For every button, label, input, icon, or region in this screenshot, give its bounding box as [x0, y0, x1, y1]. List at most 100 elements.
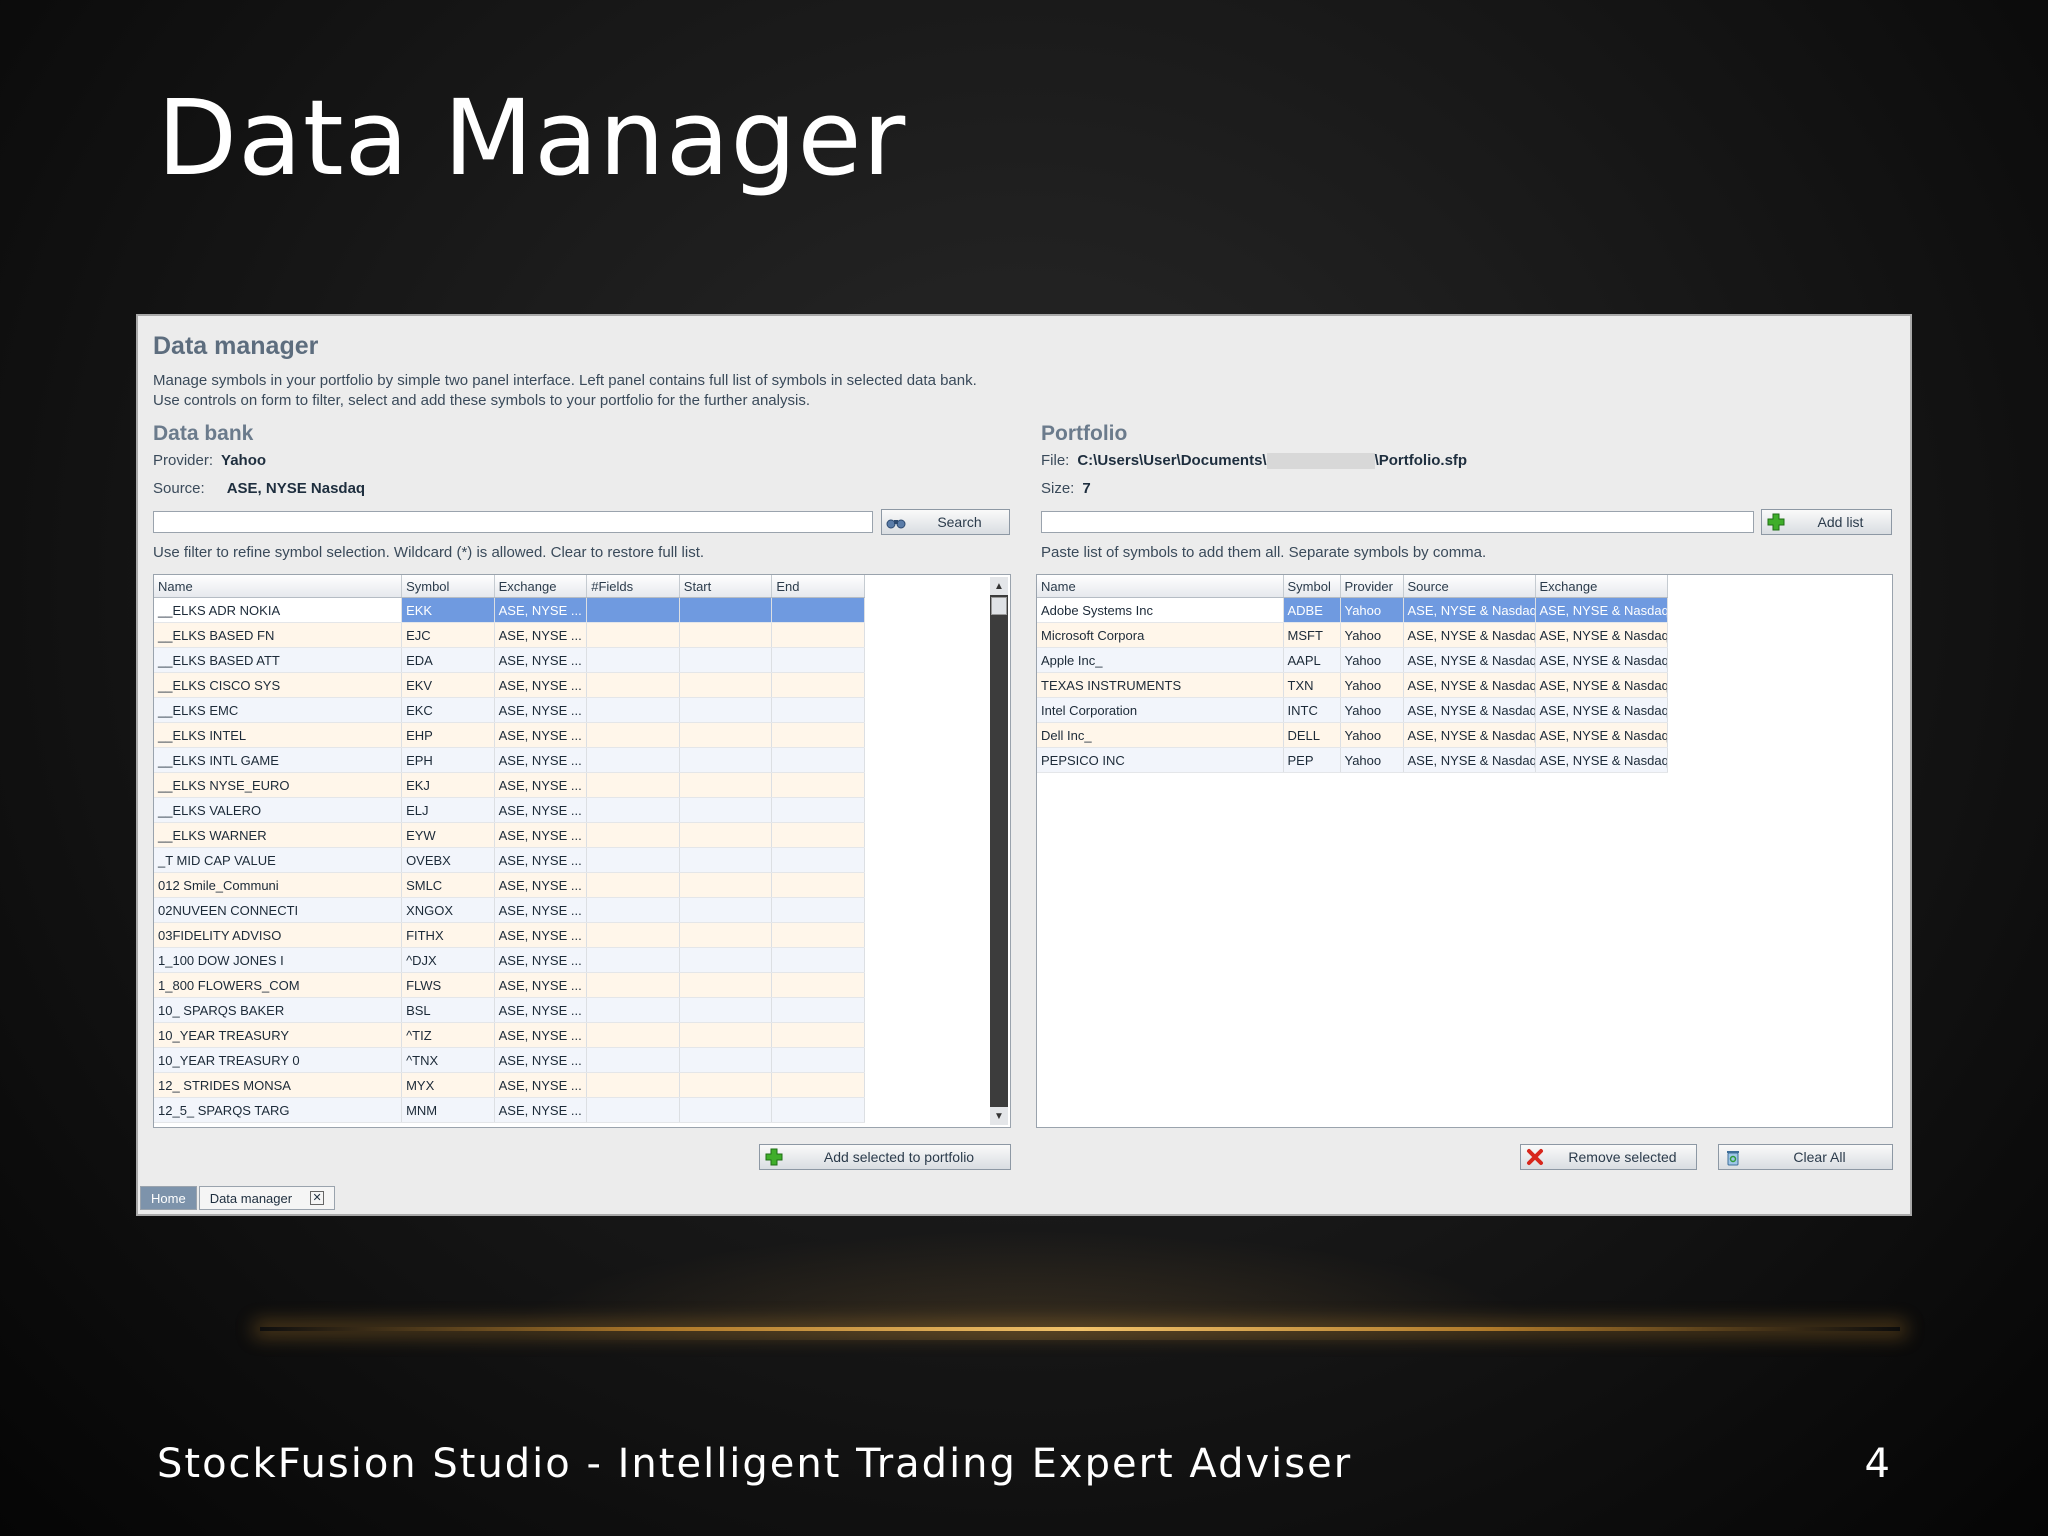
- symbol-list-input[interactable]: [1041, 511, 1754, 533]
- databank-table-row[interactable]: 10_ SPARQS BAKER BSL ASE, NYSE ...: [154, 997, 865, 1023]
- databank-scrollbar[interactable]: ▲ ▼: [990, 577, 1008, 1125]
- databank-table-cell: __ELKS INTEL: [154, 722, 403, 748]
- databank-table-row[interactable]: 02NUVEEN CONNECTI XNGOX ASE, NYSE ...: [154, 897, 865, 923]
- portfolio-table-row[interactable]: Microsoft Corpora MSFT Yahoo ASE, NYSE & Na…: [1037, 622, 1668, 648]
- size-label: Size:: [1041, 480, 1075, 497]
- portfolio-header-row: Name Symbol Provider Source Exchange: [1037, 575, 1668, 598]
- databank-column-header[interactable]: #Fields: [586, 575, 680, 598]
- filter-input[interactable]: [153, 511, 873, 533]
- databank-table-row[interactable]: __ELKS WARNER EYW ASE, NYSE ...: [154, 822, 865, 848]
- portfolio-column-header[interactable]: Name: [1037, 575, 1284, 598]
- databank-table-row[interactable]: _T MID CAP VALUE OVEBX ASE, NYSE ...: [154, 847, 865, 873]
- portfolio-table-cell: Adobe Systems Inc: [1037, 597, 1284, 623]
- databank-table-cell: 02NUVEEN CONNECTI: [154, 897, 403, 923]
- databank-table-cell: [586, 1047, 680, 1073]
- databank-table-cell: __ELKS NYSE_EURO: [154, 772, 403, 798]
- clear-all-button[interactable]: Clear All: [1718, 1144, 1893, 1170]
- databank-table-row[interactable]: __ELKS EMC EKC ASE, NYSE ...: [154, 697, 865, 723]
- databank-table-cell: 10_YEAR TREASURY 0: [154, 1047, 403, 1073]
- portfolio-table-cell: ASE, NYSE & Nasdaq: [1535, 747, 1668, 773]
- portfolio-table-row[interactable]: PEPSICO INC PEP Yahoo ASE, NYSE & Nasdaq ASE…: [1037, 747, 1668, 773]
- portfolio-column-header[interactable]: Provider: [1340, 575, 1404, 598]
- databank-table-row[interactable]: __ELKS BASED ATT EDA ASE, NYSE ...: [154, 647, 865, 673]
- portfolio-grid[interactable]: Name Symbol Provider Source Exchange Adobe S…: [1036, 574, 1893, 1128]
- databank-table-cell: [586, 747, 680, 773]
- databank-table-cell: 012 Smile_Communi: [154, 872, 403, 898]
- databank-table-cell: ASE, NYSE ...: [494, 922, 588, 948]
- databank-table-cell: [679, 697, 773, 723]
- databank-table-row[interactable]: 1_800 FLOWERS_COM FLWS ASE, NYSE ...: [154, 972, 865, 998]
- portfolio-column-header[interactable]: Source: [1403, 575, 1536, 598]
- databank-column-header[interactable]: Name: [154, 575, 403, 598]
- page-number: 4: [1864, 1441, 1890, 1487]
- close-icon[interactable]: ✕: [310, 1191, 325, 1205]
- databank-table-cell: ELJ: [401, 797, 495, 823]
- databank-table-row[interactable]: 10_YEAR TREASURY ^TIZ ASE, NYSE ...: [154, 1022, 865, 1048]
- portfolio-table-cell: Yahoo: [1340, 647, 1404, 673]
- databank-grid[interactable]: Name Symbol Exchange #Fields Start End __ELKS…: [153, 574, 1011, 1128]
- tab-home[interactable]: Home: [140, 1186, 197, 1210]
- provider-label: Provider:: [153, 452, 214, 469]
- scroll-thumb[interactable]: [991, 597, 1007, 615]
- databank-table-cell: EYW: [401, 822, 495, 848]
- app-window: Data manager Manage symbols in your port…: [136, 314, 1912, 1216]
- databank-table-cell: [771, 622, 865, 648]
- remove-selected-button[interactable]: Remove selected: [1520, 1144, 1697, 1170]
- databank-table-cell: ASE, NYSE ...: [494, 622, 588, 648]
- databank-column-header[interactable]: Exchange: [494, 575, 588, 598]
- portfolio-table-cell: DELL: [1283, 722, 1341, 748]
- add-list-button[interactable]: Add list: [1761, 509, 1892, 535]
- databank-table-cell: EKK: [401, 597, 495, 623]
- databank-table-row[interactable]: __ELKS CISCO SYS EKV ASE, NYSE ...: [154, 672, 865, 698]
- databank-table-row[interactable]: 1_100 DOW JONES I ^DJX ASE, NYSE ...: [154, 947, 865, 973]
- portfolio-table-cell: TEXAS INSTRUMENTS: [1037, 672, 1284, 698]
- databank-table-row[interactable]: __ELKS INTL GAME EPH ASE, NYSE ...: [154, 747, 865, 773]
- portfolio-column-header[interactable]: Exchange: [1535, 575, 1668, 598]
- databank-table-cell: ASE, NYSE ...: [494, 972, 588, 998]
- tab-data-manager[interactable]: Data manager ✕: [198, 1186, 336, 1210]
- databank-table-cell: EPH: [401, 747, 495, 773]
- databank-table-cell: [679, 972, 773, 998]
- databank-column-header[interactable]: Start: [679, 575, 773, 598]
- databank-table-row[interactable]: 10_YEAR TREASURY 0 ^TNX ASE, NYSE ...: [154, 1047, 865, 1073]
- databank-table-cell: FITHX: [401, 922, 495, 948]
- databank-table-row[interactable]: 012 Smile_Communi SMLC ASE, NYSE ...: [154, 872, 865, 898]
- databank-table-row[interactable]: 03FIDELITY ADVISO FITHX ASE, NYSE ...: [154, 922, 865, 948]
- databank-table-cell: [679, 847, 773, 873]
- portfolio-column-header[interactable]: Symbol: [1283, 575, 1341, 598]
- portfolio-table-cell: ASE, NYSE & Nasdaq: [1403, 647, 1536, 673]
- databank-table-cell: ASE, NYSE ...: [494, 1097, 588, 1123]
- databank-table-row[interactable]: __ELKS INTEL EHP ASE, NYSE ...: [154, 722, 865, 748]
- portfolio-table-row[interactable]: Dell Inc_ DELL Yahoo ASE, NYSE & Nasdaq ASE,…: [1037, 722, 1668, 748]
- portfolio-table-row[interactable]: Intel Corporation INTC Yahoo ASE, NYSE & Na…: [1037, 697, 1668, 723]
- databank-table-cell: FLWS: [401, 972, 495, 998]
- portfolio-table-cell: MSFT: [1283, 622, 1341, 648]
- databank-table-row[interactable]: __ELKS ADR NOKIA EKK ASE, NYSE ...: [154, 597, 865, 623]
- databank-column-header[interactable]: Symbol: [401, 575, 495, 598]
- decorative-glow-line: [260, 1327, 1900, 1331]
- databank-table-row[interactable]: 12_ STRIDES MONSA MYX ASE, NYSE ...: [154, 1072, 865, 1098]
- databank-table-cell: [586, 822, 680, 848]
- databank-hint: Use filter to refine symbol selection. W…: [153, 544, 705, 561]
- databank-table-cell: [771, 947, 865, 973]
- databank-table-cell: EDA: [401, 647, 495, 673]
- databank-table-row[interactable]: __ELKS BASED FN EJC ASE, NYSE ...: [154, 622, 865, 648]
- databank-table-cell: [771, 972, 865, 998]
- databank-table-row[interactable]: 12_5_ SPARQS TARG MNM ASE, NYSE ...: [154, 1097, 865, 1123]
- portfolio-table-cell: ASE, NYSE & Nasdaq: [1535, 647, 1668, 673]
- portfolio-table-row[interactable]: TEXAS INSTRUMENTS TXN Yahoo ASE, NYSE & Nas…: [1037, 672, 1668, 698]
- scroll-up-icon[interactable]: ▲: [990, 577, 1008, 595]
- databank-table-row[interactable]: __ELKS VALERO ELJ ASE, NYSE ...: [154, 797, 865, 823]
- databank-column-header[interactable]: End: [771, 575, 865, 598]
- slide-title: Data Manager: [157, 77, 907, 199]
- databank-table-cell: ^TIZ: [401, 1022, 495, 1048]
- databank-table-row[interactable]: __ELKS NYSE_EURO EKJ ASE, NYSE ...: [154, 772, 865, 798]
- add-selected-button[interactable]: Add selected to portfolio: [759, 1144, 1011, 1170]
- databank-table-cell: [586, 997, 680, 1023]
- search-button[interactable]: Search: [881, 509, 1010, 535]
- databank-table-cell: [586, 872, 680, 898]
- scroll-down-icon[interactable]: ▼: [990, 1107, 1008, 1125]
- portfolio-table-row[interactable]: Adobe Systems Inc ADBE Yahoo ASE, NYSE & Na…: [1037, 597, 1668, 623]
- portfolio-table-row[interactable]: Apple Inc_ AAPL Yahoo ASE, NYSE & Nasdaq ASE…: [1037, 647, 1668, 673]
- databank-table-cell: __ELKS VALERO: [154, 797, 403, 823]
